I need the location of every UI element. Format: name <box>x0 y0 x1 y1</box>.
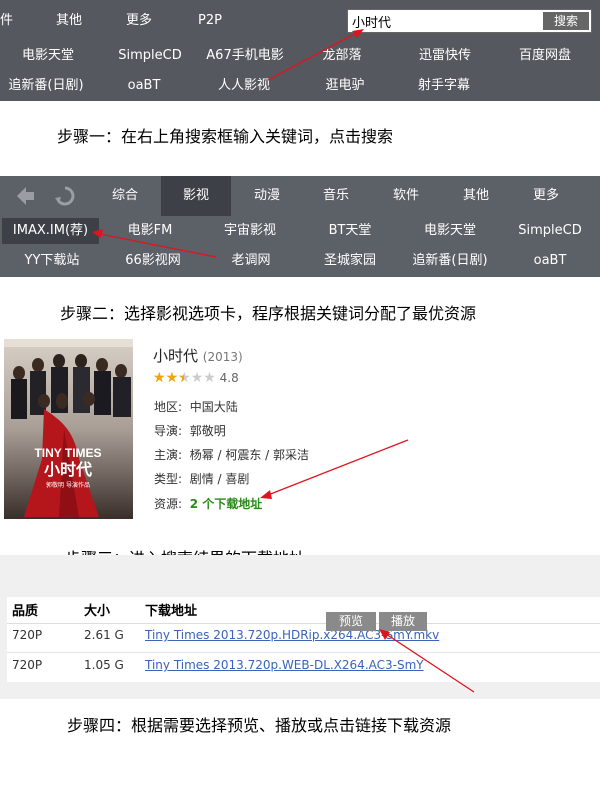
arrow-head-icon <box>352 29 364 38</box>
arrow-line <box>99 233 217 258</box>
arrow-head-icon <box>379 629 390 640</box>
arrow-line <box>267 32 357 81</box>
arrow-line <box>267 439 409 496</box>
arrow-line <box>385 633 475 693</box>
annotation-arrows <box>92 29 475 693</box>
arrow-head-icon <box>92 229 103 238</box>
arrow-head-icon <box>260 490 272 499</box>
